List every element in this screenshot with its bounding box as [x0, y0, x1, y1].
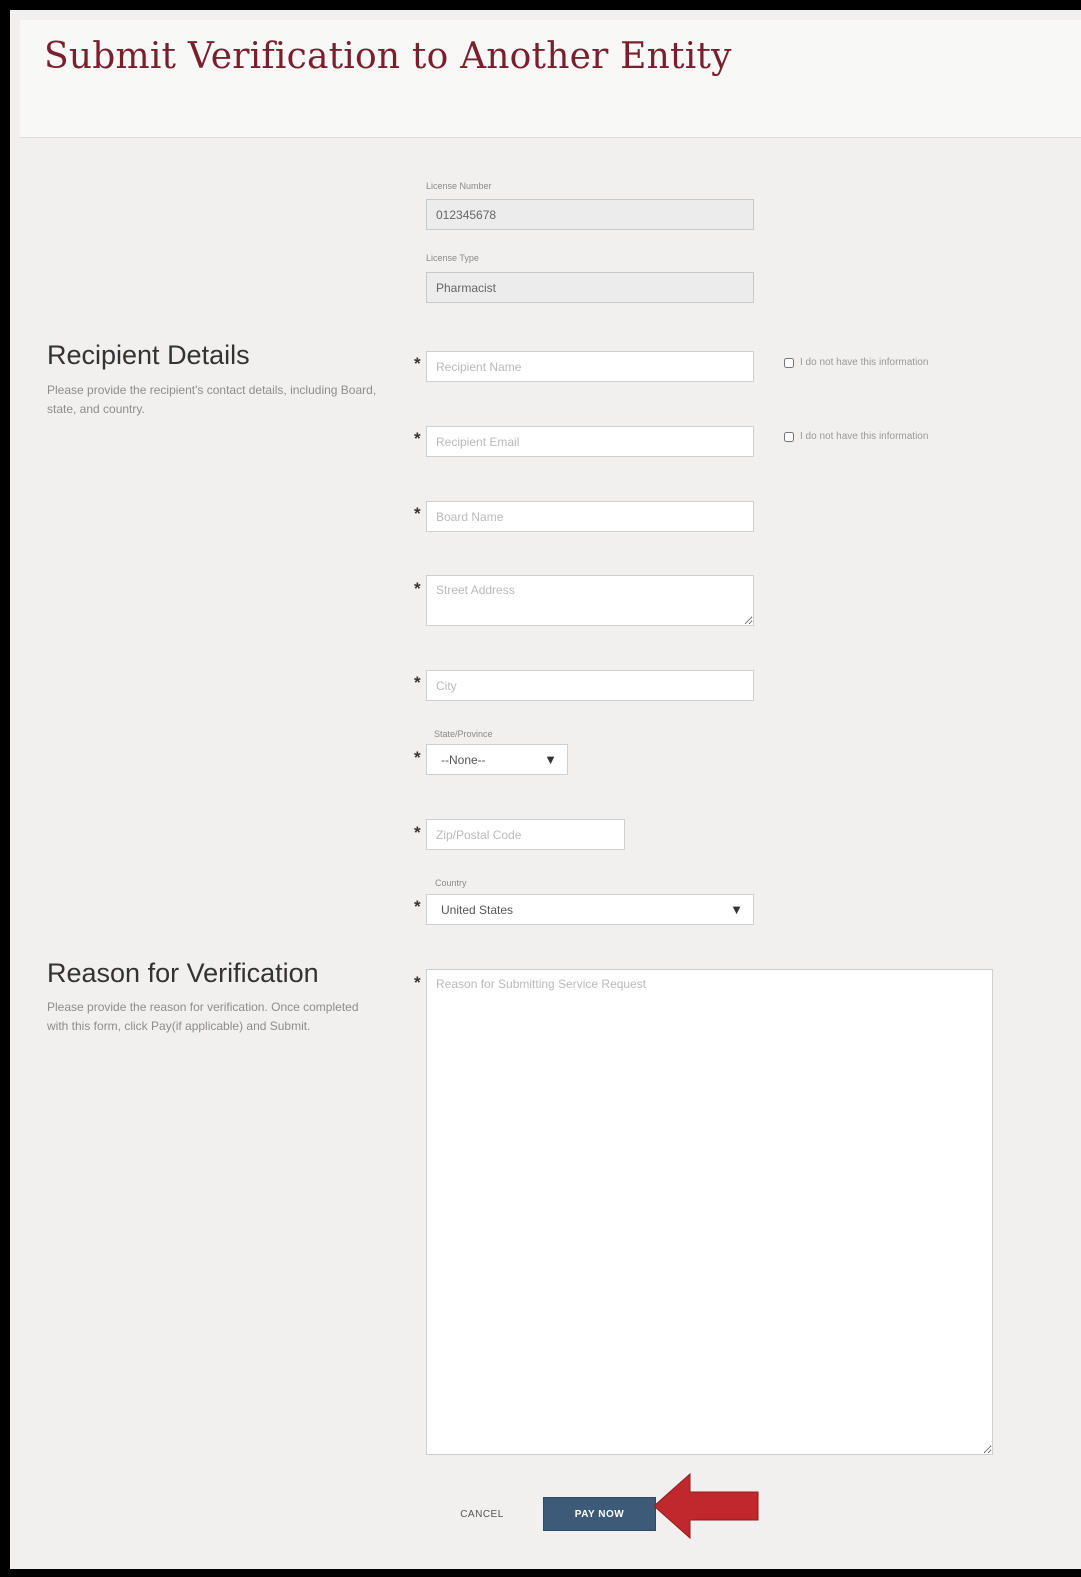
required-marker: * [414, 748, 421, 767]
license-type-field [426, 272, 754, 303]
license-number-field [426, 199, 754, 230]
required-marker: * [414, 897, 421, 916]
city-input[interactable] [426, 670, 754, 701]
recipient-email-input[interactable] [426, 426, 754, 457]
required-marker: * [414, 579, 421, 598]
chevron-down-icon: ▼ [544, 752, 557, 767]
reason-title: Reason for Verification [47, 958, 319, 988]
zip-input[interactable] [426, 819, 625, 850]
country-selected-value: United States [441, 902, 514, 917]
board-name-input[interactable] [426, 501, 754, 532]
recipient-name-input[interactable] [426, 351, 754, 382]
no-email-info-option[interactable]: I do not have this information [784, 431, 928, 442]
required-marker: * [414, 973, 421, 992]
license-type-label: License Type [426, 253, 479, 263]
no-name-info-option[interactable]: I do not have this information [784, 357, 928, 368]
cancel-button[interactable]: CANCEL [447, 1499, 517, 1529]
required-marker: * [414, 504, 421, 523]
reason-textarea[interactable] [426, 969, 993, 1455]
state-select[interactable]: --None-- ▼ [426, 744, 568, 775]
reason-description: Please provide the reason for verificati… [47, 1000, 359, 1033]
pointer-arrow-icon [653, 1472, 759, 1540]
required-marker: * [414, 823, 421, 842]
license-number-label: License Number [426, 181, 492, 191]
recipient-details-description: Please provide the recipient's contact d… [47, 383, 377, 416]
country-label: Country [435, 878, 467, 888]
required-marker: * [414, 429, 421, 448]
chevron-down-icon: ▼ [730, 902, 743, 917]
required-marker: * [414, 673, 421, 692]
page-title: Submit Verification to Another Entity [44, 36, 732, 77]
recipient-details-title: Recipient Details [47, 340, 250, 370]
no-name-info-checkbox[interactable] [784, 357, 794, 368]
street-address-input[interactable] [426, 575, 754, 626]
required-marker: * [414, 354, 421, 373]
pay-now-button[interactable]: PAY NOW [543, 1497, 656, 1531]
no-email-info-label: I do not have this information [800, 431, 929, 442]
page-header: Submit Verification to Another Entity [20, 20, 1081, 138]
no-email-info-checkbox[interactable] [784, 431, 794, 442]
no-name-info-label: I do not have this information [800, 357, 929, 368]
country-select[interactable]: United States ▼ [426, 894, 754, 925]
state-label: State/Province [434, 729, 493, 739]
state-selected-value: --None-- [441, 752, 486, 767]
